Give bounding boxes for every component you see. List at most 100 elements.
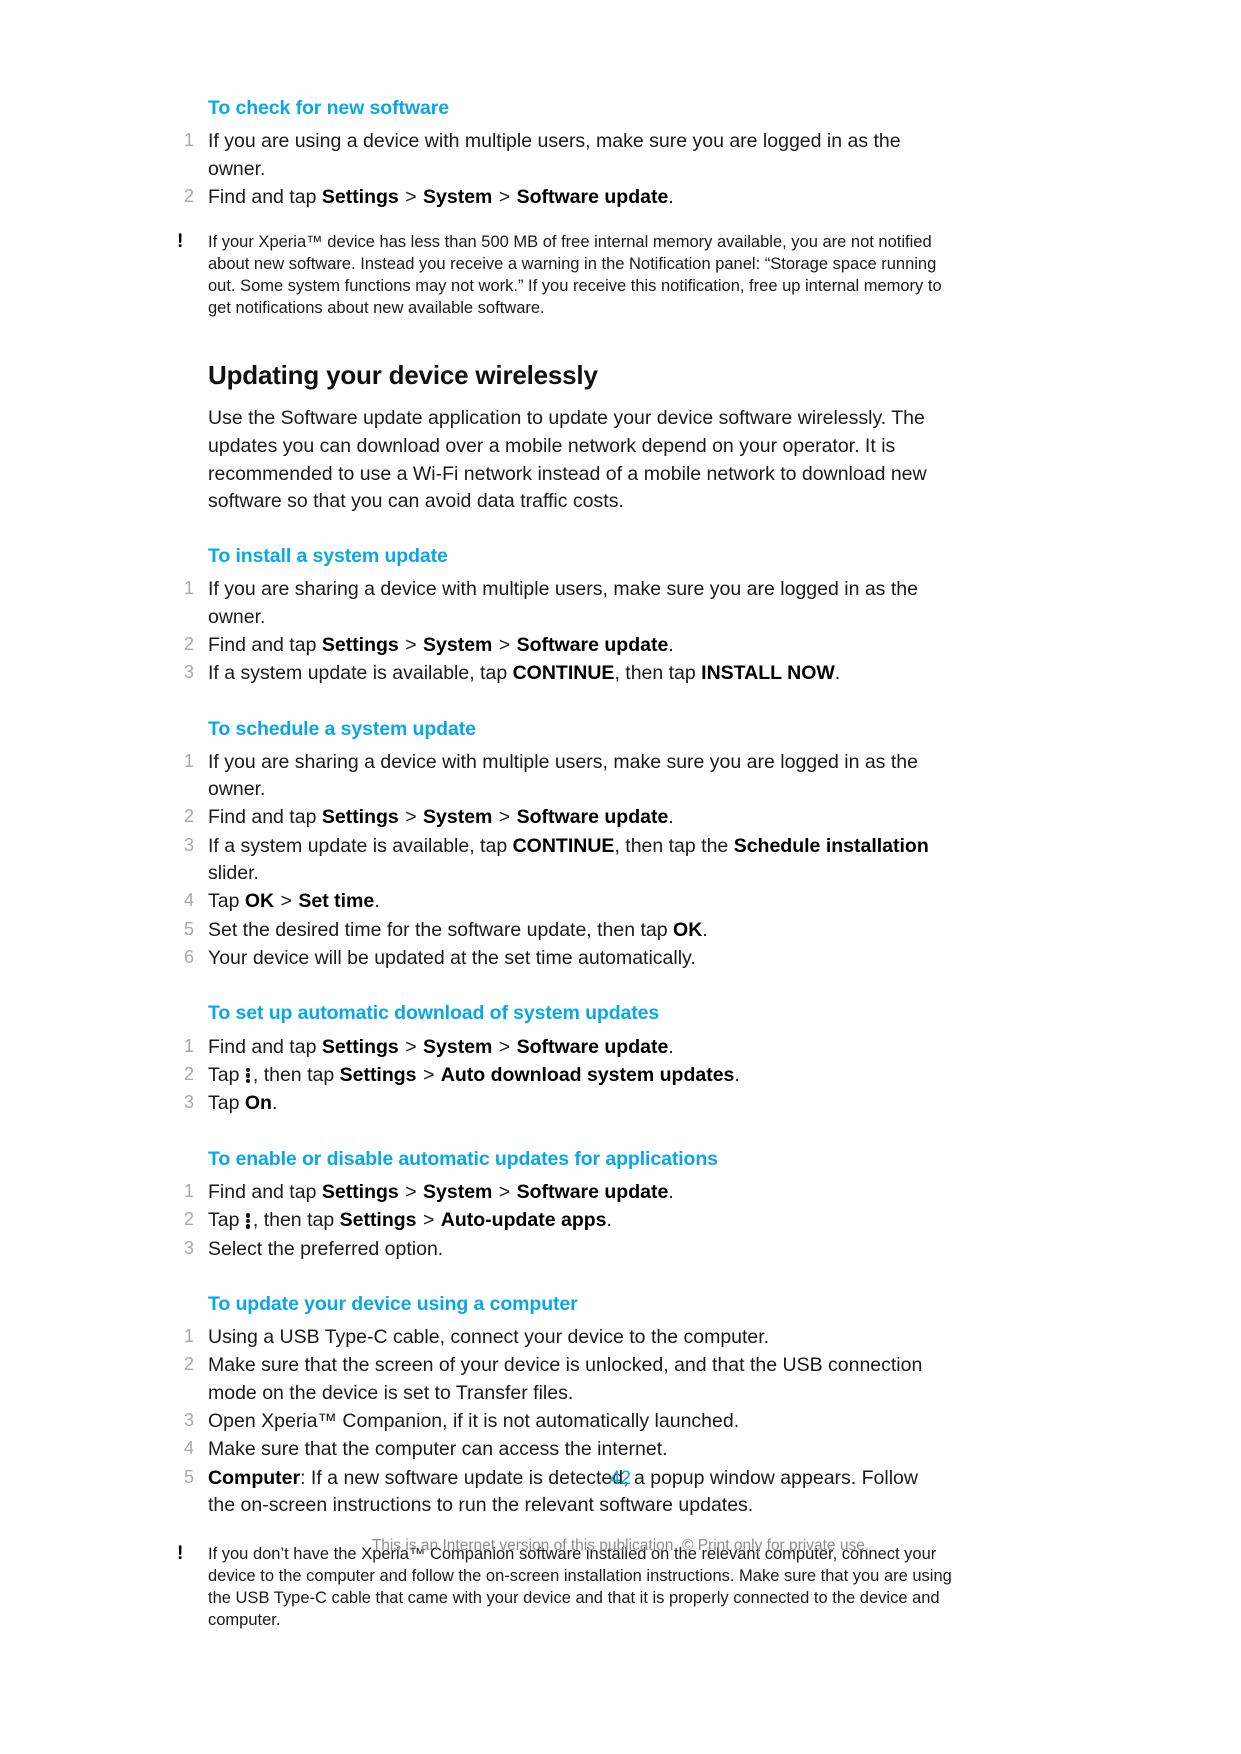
list-item-number: 4 (183, 890, 194, 911)
list-item-number: 3 (183, 662, 194, 683)
list-item-number: 2 (183, 1354, 194, 1375)
breadcrumb-separator: > (417, 1063, 440, 1086)
emphasis-text: CONTINUE (512, 834, 615, 857)
list-item-number: 2 (183, 806, 194, 827)
breadcrumb-separator: > (417, 1209, 440, 1232)
emphasis-text: Software update (516, 1180, 669, 1203)
emphasis-text: System (423, 633, 493, 656)
list-item-text: Tap , then tap Settings > Auto download … (208, 1063, 740, 1086)
breadcrumb-separator: > (399, 1035, 423, 1058)
list-item-number: 3 (183, 834, 194, 855)
emphasis-text: Settings (339, 1063, 417, 1086)
emphasis-text: Set time (298, 890, 375, 913)
emphasis-text: Software update (516, 185, 669, 208)
list-item-number: 2 (183, 1063, 194, 1084)
list-item-number: 2 (183, 1209, 194, 1230)
list-item: 1 If you are sharing a device with multip… (175, 749, 933, 804)
list-item-text: If you are using a device with multiple … (208, 130, 901, 180)
emphasis-text: Schedule installation (733, 834, 929, 857)
heading-to-install-a-system-update: To install a system update (208, 544, 448, 567)
vertical-three-dots-icon (245, 1212, 251, 1229)
emphasis-text: System (423, 1180, 493, 1203)
list-item-text: Tap On. (208, 1092, 278, 1115)
emphasis-text: OK (244, 890, 275, 913)
steps-check-new-software: 1 If you are using a device with multiple… (175, 128, 975, 211)
list-item-number: 2 (183, 633, 194, 654)
list-item-text: Tap OK > Set time. (208, 890, 380, 913)
steps-auto-download-system-updates: 1 Find and tap Settings > System > Softwa… (175, 1034, 975, 1118)
list-item-text: Using a USB Type-C cable, connect your d… (208, 1326, 770, 1349)
list-item: 2 Tap , then tap Settings > Auto-update a… (175, 1207, 933, 1234)
page-content: To check for new software 1 If you are us… (175, 96, 975, 1632)
emphasis-text: CONTINUE (512, 662, 615, 685)
list-item: 1 Using a USB Type-C cable, connect your … (175, 1324, 933, 1351)
emphasis-text: Settings (321, 1035, 399, 1058)
list-item: 6 Your device will be updated at the set … (175, 945, 933, 972)
list-item: 2 Tap , then tap Settings > Auto download… (175, 1062, 933, 1089)
list-item-number: 1 (183, 1180, 194, 1201)
breadcrumb-separator: > (493, 806, 516, 829)
page-number: 42 (609, 1468, 632, 1489)
list-item: 5 Set the desired time for the software u… (175, 917, 933, 944)
emphasis-text: Software update (516, 633, 669, 656)
heading-to-update-your-device-using-a-computer: To update your device using a computer (208, 1292, 578, 1315)
list-item: 3 Select the preferred option. (175, 1236, 933, 1263)
list-item-text: If you are sharing a device with multipl… (208, 750, 918, 801)
breadcrumb-separator: > (399, 1180, 423, 1203)
list-item-text: Your device will be updated at the set t… (208, 946, 696, 969)
list-item: 1 If you are sharing a device with multip… (175, 576, 933, 631)
breadcrumb-separator: > (493, 1035, 516, 1058)
list-item-number: 5 (183, 918, 194, 939)
emphasis-text: System (423, 185, 493, 208)
list-item-text: Set the desired time for the software up… (208, 918, 708, 941)
list-item-text: If a system update is available, tap CON… (208, 834, 929, 885)
list-item-text: Select the preferred option. (208, 1237, 444, 1260)
emphasis-text: System (423, 806, 493, 829)
list-item: 1 If you are using a device with multiple… (175, 128, 933, 183)
note-text: If your Xperia™ device has less than 500… (208, 233, 942, 318)
heading-to-enable-or-disable-automatic-updates: To enable or disable automatic updates f… (208, 1147, 718, 1170)
breadcrumb-separator: > (399, 185, 423, 208)
breadcrumb-separator: > (493, 185, 516, 208)
heading-to-check-for-new-software: To check for new software (208, 97, 449, 119)
steps-install-system-update: 1 If you are sharing a device with multip… (175, 576, 975, 687)
list-item-text: Make sure that the computer can access t… (208, 1438, 668, 1461)
steps-schedule-system-update: 1 If you are sharing a device with multip… (175, 749, 975, 972)
list-item-number: 1 (183, 130, 194, 151)
emphasis-text: System (423, 1035, 493, 1058)
breadcrumb-separator: > (275, 890, 298, 913)
list-item-number: 6 (183, 946, 194, 967)
emphasis-text: Settings (321, 806, 399, 829)
list-item: 4 Make sure that the computer can access … (175, 1436, 933, 1463)
footer-copyright-note: This is an Internet version of this publ… (371, 1537, 870, 1554)
list-item: 2 Make sure that the screen of your devic… (175, 1352, 933, 1407)
list-item-number: 3 (183, 1237, 194, 1258)
note-text: If you don’t have the Xperia™ Companion … (208, 1545, 952, 1630)
list-item-text: If a system update is available, tap CON… (208, 662, 841, 685)
emphasis-text: Auto download system updates (440, 1063, 735, 1086)
list-item-text: Find and tap Settings > System > Softwar… (208, 1035, 674, 1058)
emphasis-text: On (244, 1092, 272, 1115)
list-item-text: Find and tap Settings > System > Softwar… (208, 806, 674, 829)
list-item: 3 Tap On. (175, 1090, 933, 1117)
emphasis-text: Software update (516, 1035, 669, 1058)
list-item: 3 Open Xperia™ Companion, if it is not au… (175, 1408, 933, 1435)
note-xperia-companion: ! If you don’t have the Xperia™ Companio… (175, 1543, 953, 1632)
heading-updating-your-device-wirelessly: Updating your device wirelessly (208, 360, 598, 391)
exclamation-icon: ! (177, 231, 184, 253)
emphasis-text: Settings (339, 1209, 417, 1232)
document-page: To check for new software 1 If you are us… (0, 0, 1241, 1754)
vertical-three-dots-icon (245, 1067, 251, 1084)
list-item: 1 Find and tap Settings > System > Softwa… (175, 1179, 933, 1206)
list-item: 1 Find and tap Settings > System > Softwa… (175, 1034, 933, 1061)
list-item: 2 Find and tap Settings > System > Softwa… (175, 184, 933, 211)
list-item-number: 1 (183, 1326, 194, 1347)
list-item: 3 If a system update is available, tap CO… (175, 833, 933, 888)
list-item-text: Open Xperia™ Companion, if it is not aut… (208, 1410, 740, 1433)
list-item-number: 1 (183, 1035, 194, 1056)
breadcrumb-separator: > (493, 633, 516, 656)
emphasis-text: Settings (321, 185, 399, 208)
emphasis-text: Settings (321, 633, 399, 656)
emphasis-text: INSTALL NOW (701, 662, 835, 685)
list-item-number: 4 (183, 1438, 194, 1459)
